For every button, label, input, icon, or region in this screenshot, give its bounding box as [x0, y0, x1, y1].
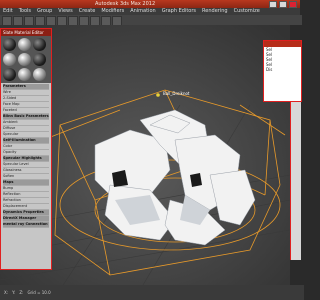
material-slot[interactable]	[33, 53, 46, 66]
menu-tools[interactable]: Tools	[16, 8, 34, 15]
menu-bar: Edit Tools Group Views Create Modifiers …	[0, 8, 300, 15]
selection-dialog[interactable]: Sel Sel Sel Sel Dis	[263, 40, 302, 102]
menu-group[interactable]: Group	[34, 8, 55, 15]
object-pivot	[156, 93, 160, 97]
app-title: Autodesk 3ds Max 2012	[95, 1, 156, 7]
grid-size: Grid = 10.0	[27, 290, 51, 295]
maximize-button[interactable]	[279, 1, 287, 8]
material-slot[interactable]	[3, 38, 16, 51]
title-bar: Autodesk 3ds Max 2012	[0, 0, 300, 8]
menu-animation[interactable]: Animation	[127, 8, 159, 15]
coord-z[interactable]: Z:	[19, 290, 23, 295]
material-editor-window[interactable]: Slate Material Editor Parameters Wire 2-…	[0, 28, 52, 270]
dialog-item[interactable]: Dis	[264, 67, 301, 72]
material-parameters: Parameters Wire 2-Sided Face Map Faceted…	[1, 83, 51, 229]
main-toolbar	[0, 15, 302, 26]
close-button[interactable]	[289, 1, 297, 8]
menu-create[interactable]: Create	[76, 8, 99, 15]
coord-y[interactable]: Y:	[12, 290, 15, 295]
object-name-label: Ball_Dreiknot	[163, 91, 190, 96]
status-bar: X: Y: Z: Grid = 10.0	[0, 285, 304, 300]
menu-customize[interactable]: Customize	[231, 8, 263, 15]
menu-modifiers[interactable]: Modifiers	[98, 8, 127, 15]
material-slot[interactable]	[33, 38, 46, 51]
menu-rendering[interactable]: Rendering	[199, 8, 231, 15]
material-slot[interactable]	[18, 38, 31, 51]
material-slot[interactable]	[3, 68, 16, 81]
minimize-button[interactable]	[269, 1, 277, 8]
material-slot[interactable]	[3, 53, 16, 66]
menu-views[interactable]: Views	[55, 8, 75, 15]
material-slot[interactable]	[18, 68, 31, 81]
menu-edit[interactable]: Edit	[0, 8, 16, 15]
material-slot[interactable]	[33, 68, 46, 81]
material-editor-title: Slate Material Editor	[1, 29, 51, 36]
section-header[interactable]: mental ray Connection	[3, 222, 49, 228]
menu-graph-editors[interactable]: Graph Editors	[159, 8, 199, 15]
window-controls	[269, 1, 297, 8]
coord-x[interactable]: X:	[4, 290, 8, 295]
material-slots	[1, 36, 51, 83]
material-slot[interactable]	[18, 53, 31, 66]
